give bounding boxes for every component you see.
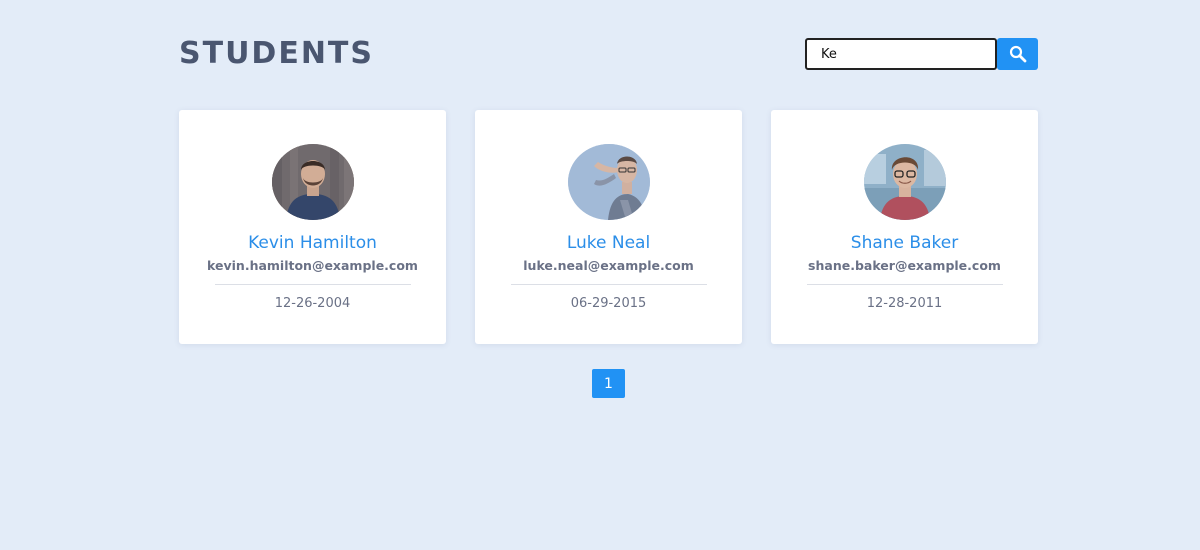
page-button-1[interactable]: 1 bbox=[592, 369, 625, 398]
students-page: STUDENTS Kevin Ha bbox=[0, 0, 1200, 550]
student-card: Luke Neal luke.neal@example.com 06-29-20… bbox=[475, 110, 742, 344]
search-bar bbox=[805, 38, 1038, 70]
student-email: luke.neal@example.com bbox=[523, 258, 694, 273]
pagination: 1 bbox=[592, 369, 625, 398]
card-divider bbox=[510, 284, 707, 285]
student-card: Shane Baker shane.baker@example.com 12-2… bbox=[771, 110, 1038, 344]
student-date: 12-26-2004 bbox=[274, 296, 351, 311]
student-card-list: Kevin Hamilton kevin.hamilton@example.co… bbox=[179, 110, 1038, 344]
search-input[interactable] bbox=[805, 38, 997, 70]
card-divider bbox=[214, 284, 411, 285]
student-date: 12-28-2011 bbox=[866, 296, 943, 311]
student-email: shane.baker@example.com bbox=[808, 258, 1001, 273]
student-name: Kevin Hamilton bbox=[248, 233, 377, 253]
student-name: Luke Neal bbox=[566, 233, 651, 253]
page-title: STUDENTS bbox=[179, 36, 375, 71]
card-divider bbox=[806, 284, 1003, 285]
student-name: Shane Baker bbox=[850, 233, 959, 253]
student-avatar bbox=[271, 144, 354, 220]
student-avatar bbox=[567, 144, 650, 220]
student-email: kevin.hamilton@example.com bbox=[207, 258, 418, 273]
search-button[interactable] bbox=[997, 38, 1038, 70]
student-card: Kevin Hamilton kevin.hamilton@example.co… bbox=[179, 110, 446, 344]
student-date: 06-29-2015 bbox=[570, 296, 647, 311]
search-icon bbox=[1009, 45, 1026, 63]
student-avatar bbox=[863, 144, 946, 220]
